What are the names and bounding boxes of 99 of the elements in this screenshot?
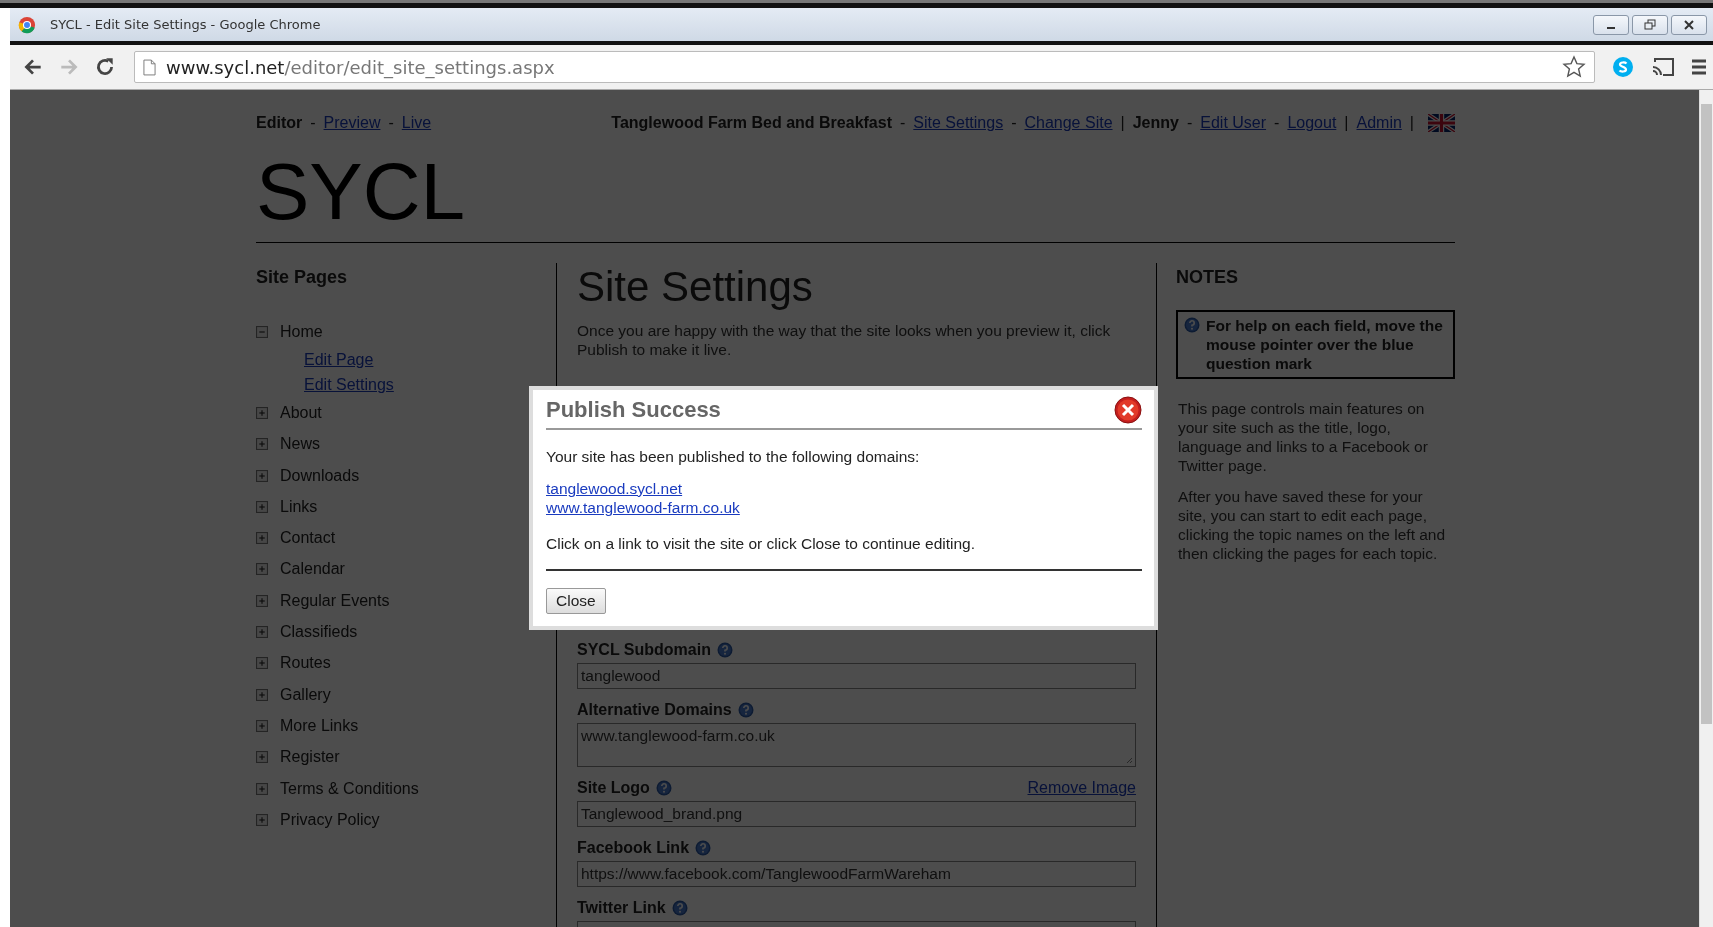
window-title: SYCL - Edit Site Settings - Google Chrome [50,17,321,32]
sidebar-item[interactable]: Home [280,322,323,341]
browser-logo-icon [18,15,36,34]
header-link[interactable]: Admin [1356,114,1402,132]
resize-grip-icon[interactable] [1125,756,1133,764]
dialog-instruction: Click on a link to visit the site or click Close to continue editing. [546,535,977,553]
flag-icon[interactable] [1428,114,1455,132]
close-button[interactable] [1671,14,1707,35]
help-icon[interactable] [671,900,688,916]
header-link[interactable]: Live [401,114,432,132]
minimize-button[interactable] [1593,14,1629,35]
separator: - [900,114,906,132]
header-label: Tanglewood Farm Bed and Breakfast [611,114,892,132]
expand-icon[interactable] [256,500,268,513]
sidebar-sublink[interactable]: Edit Settings [304,372,394,398]
expand-icon[interactable] [256,657,268,670]
expand-icon[interactable] [256,594,268,607]
menu-icon[interactable] [1691,58,1707,76]
separator: - [388,114,394,132]
header-label: Editor [256,114,303,132]
page-title: Site Settings [577,263,814,311]
header-link[interactable]: Edit User [1200,114,1267,132]
cast-icon[interactable] [1651,56,1675,78]
close-icon [1683,18,1695,31]
collapse-icon[interactable] [256,325,268,338]
dialog-title: Publish Success [546,397,721,423]
field-label: Facebook Link [577,839,690,857]
expand-icon[interactable] [256,469,268,482]
sidebar-item[interactable]: Privacy Policy [280,810,380,829]
help-icon[interactable] [716,642,733,658]
expand-icon[interactable] [256,563,268,576]
expand-icon[interactable] [256,532,268,545]
expand-icon[interactable] [256,688,268,701]
separator: - [1274,114,1280,132]
help-icon[interactable] [737,702,754,718]
header-link[interactable]: Logout [1287,114,1337,132]
expand-icon[interactable] [256,782,268,795]
remove-image-link[interactable]: Remove Image [1027,779,1136,797]
header-link[interactable]: Site Settings [913,114,1004,132]
domain-link[interactable]: tanglewood.sycl.net [546,479,683,498]
field-label: SYCL Subdomain [577,641,711,659]
separator: | [1409,114,1414,132]
notes-title: NOTES [1176,267,1239,288]
expand-icon[interactable] [256,719,268,732]
extension-icon[interactable] [1611,56,1635,78]
header-label: Jenny [1132,114,1179,132]
header-link[interactable]: Change Site [1024,114,1113,132]
separator: - [1011,114,1017,132]
expand-icon[interactable] [256,438,268,451]
sidebar-item[interactable]: Terms & Conditions [280,779,419,798]
separator: - [1186,114,1193,132]
input-field[interactable]: https://www.facebook.com/TanglewoodFarmWareham [577,861,1136,887]
address-bar[interactable]: www.sycl.net/editor/edit_site_settings.aspx [134,51,1595,83]
field-label: Alternative Domains [577,701,732,719]
help-note-text: For help on each field, move the mouse pointer over the blue question mark [1206,316,1444,373]
sidebar-item[interactable]: Calendar [280,560,345,579]
expand-icon[interactable] [256,406,268,419]
expand-icon[interactable] [256,751,268,764]
intro-text: Once you are happy with the way that the site looks when you preview it, click Publish to make it live. [577,321,1112,359]
input-field[interactable]: Tanglewood_brand.png [577,801,1136,827]
site-logo: SYCL [256,152,1455,243]
close-button[interactable]: Close [546,588,606,614]
minimize-icon [1607,26,1615,29]
sidebar-sublink[interactable]: Edit Page [304,347,374,373]
bookmark-star-icon[interactable] [1562,55,1586,79]
separator: | [1120,114,1125,132]
sidebar-item[interactable]: Register [280,748,340,767]
domain-link[interactable]: www.tanglewood-farm.co.uk [546,498,740,517]
help-icon[interactable] [655,780,672,796]
field-label: Site Logo [577,779,650,797]
sidebar-item[interactable]: Classifieds [280,623,358,641]
expand-icon[interactable] [256,813,268,826]
sidebar-item[interactable]: News [280,435,320,454]
sidebar-item[interactable]: About [280,403,322,422]
help-icon[interactable] [695,840,712,856]
sidebar-item[interactable]: Gallery [280,685,331,704]
sidebar-item[interactable]: More Links [280,716,359,735]
restore-icon [1644,18,1656,31]
field-label: Twitter Link [577,899,666,917]
notes-paragraph: This page controls main features on your site such as the title, logo, language and links to a Facebook or Twitter page. [1178,399,1429,475]
notes-paragraph: After you have saved these for your site, you can start to edit each page, clicking the topic names on the left and then clicking the pages for each topic. [1178,487,1447,563]
sidebar-title: Site Pages [256,267,349,288]
scrollbar[interactable] [1699,90,1713,927]
header-link[interactable]: Preview [323,114,381,132]
text-area[interactable]: www.tanglewood-farm.co.uk [577,723,1136,767]
sidebar-item[interactable]: Links [280,497,318,516]
separator: | [1344,114,1349,132]
close-icon[interactable] [1114,396,1142,424]
help-icon [1184,317,1200,333]
sidebar-item[interactable]: Regular Events [280,591,390,610]
sidebar-item[interactable]: Downloads [280,466,360,485]
page-icon [143,58,156,76]
reload-icon[interactable] [94,56,116,78]
sidebar-item[interactable]: Contact [280,529,336,548]
separator: - [310,114,316,132]
dialog-message: Your site has been published to the following domains: [546,448,921,466]
sidebar-item[interactable]: Routes [280,654,331,673]
input-field[interactable]: tanglewood [577,663,1136,689]
expand-icon[interactable] [256,626,268,638]
